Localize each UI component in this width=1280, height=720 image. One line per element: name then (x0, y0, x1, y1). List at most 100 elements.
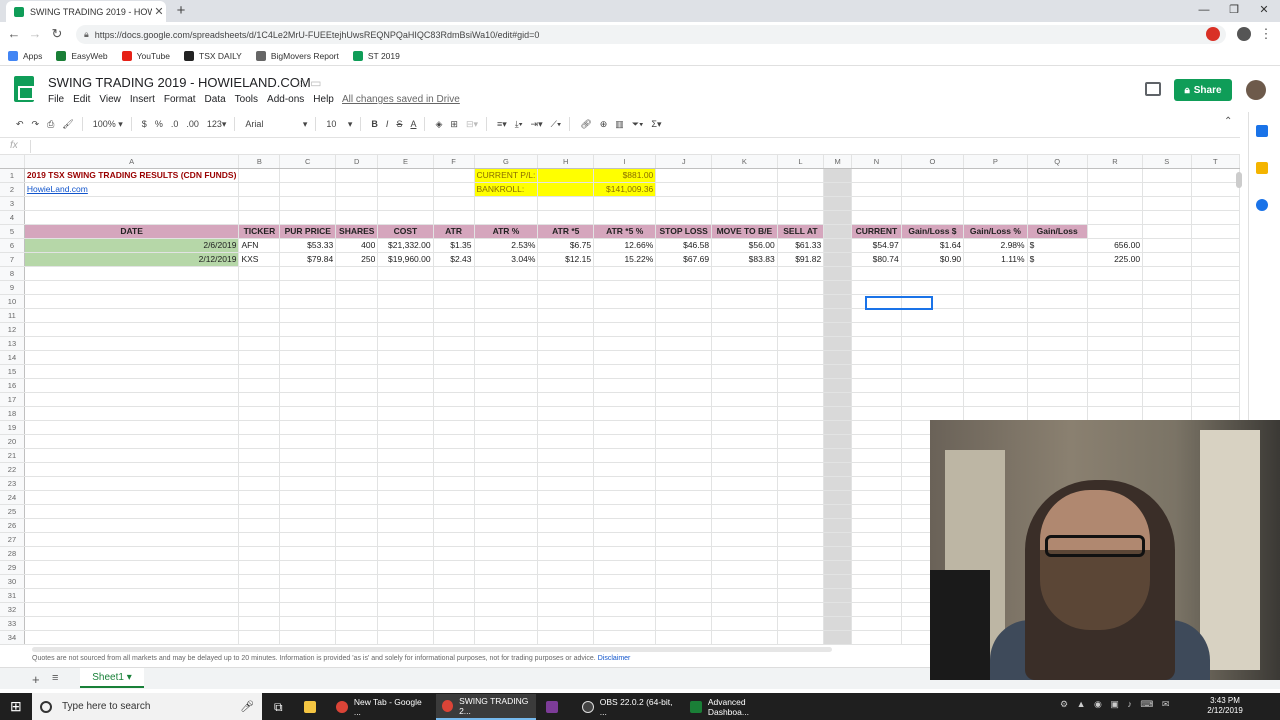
data-cell[interactable]: $80.74 (851, 252, 902, 267)
cell[interactable] (377, 168, 434, 183)
cell[interactable] (777, 322, 825, 337)
row-header[interactable]: 17 (0, 392, 25, 407)
cell[interactable] (24, 546, 240, 561)
cell[interactable] (593, 588, 657, 603)
cell[interactable] (1191, 406, 1240, 421)
cell[interactable] (963, 322, 1028, 337)
column-header[interactable]: H (537, 155, 595, 169)
cell[interactable] (335, 406, 379, 421)
cell[interactable] (24, 630, 240, 645)
cell[interactable] (593, 420, 657, 435)
cell[interactable] (711, 168, 778, 183)
cell[interactable] (474, 322, 539, 337)
functions-icon[interactable]: Σ▾ (651, 119, 661, 130)
cell[interactable] (655, 434, 713, 449)
cell[interactable] (593, 560, 657, 575)
cell[interactable] (24, 392, 240, 407)
cell[interactable] (377, 364, 434, 379)
cell[interactable] (851, 168, 902, 183)
add-sheet-button[interactable]: + (32, 672, 40, 687)
column-header[interactable]: N (851, 155, 902, 169)
cell[interactable] (963, 308, 1028, 323)
address-bar[interactable]: 🔒︎ https://docs.google.com/spreadsheets/… (76, 25, 1226, 44)
cell[interactable] (655, 476, 713, 491)
sheet-title[interactable]: 2019 TSX SWING TRADING RESULTS (CDN FUND… (24, 168, 240, 183)
cell[interactable] (593, 266, 657, 281)
cell[interactable] (238, 532, 281, 547)
row-header[interactable]: 21 (0, 448, 25, 463)
formula-bar[interactable]: fx (0, 137, 1240, 155)
cell[interactable] (1142, 350, 1192, 365)
cell[interactable] (901, 406, 965, 421)
cell[interactable] (377, 462, 434, 477)
cell[interactable] (377, 630, 434, 645)
cell[interactable] (655, 574, 713, 589)
more-formats-button[interactable]: 123▾ (207, 119, 227, 130)
cell[interactable] (1191, 308, 1240, 323)
cell[interactable] (377, 350, 434, 365)
new-tab-button[interactable]: + (172, 2, 190, 20)
cell[interactable] (537, 364, 595, 379)
cell[interactable] (24, 420, 240, 435)
cell[interactable] (433, 574, 475, 589)
cell[interactable] (963, 196, 1028, 211)
cell[interactable] (655, 280, 713, 295)
cell[interactable] (851, 364, 902, 379)
cell[interactable] (433, 406, 475, 421)
borders-icon[interactable]: ⊞ (450, 119, 458, 130)
column-header[interactable]: D (335, 155, 379, 169)
cell[interactable] (1191, 378, 1240, 393)
profile-icon[interactable] (1237, 27, 1251, 41)
cell[interactable] (901, 168, 965, 183)
cell[interactable] (851, 574, 902, 589)
cell[interactable] (1087, 196, 1144, 211)
cell[interactable] (1142, 224, 1192, 239)
reload-icon[interactable]: ↻ (49, 26, 65, 42)
column-header[interactable]: K (711, 155, 778, 169)
cell[interactable] (823, 546, 853, 561)
cell[interactable] (851, 588, 902, 603)
cell[interactable] (851, 434, 902, 449)
cell[interactable] (823, 378, 853, 393)
data-cell[interactable]: $ (1027, 238, 1088, 253)
column-title[interactable]: Gain/Loss $ (901, 224, 965, 239)
sheet-tab[interactable]: Sheet1 ▾ (80, 668, 144, 688)
cell[interactable] (711, 294, 778, 309)
save-status[interactable]: All changes saved in Drive (342, 94, 460, 105)
cell[interactable] (777, 336, 825, 351)
cell[interactable] (238, 560, 281, 575)
cell[interactable] (593, 322, 657, 337)
cell[interactable] (655, 210, 713, 225)
cell[interactable] (593, 210, 657, 225)
taskbar-app-obs[interactable]: OBS 22.0.2 (64-bit, ... (576, 694, 680, 720)
cell[interactable] (474, 434, 539, 449)
cell[interactable] (537, 294, 595, 309)
cell[interactable] (963, 392, 1028, 407)
cell[interactable] (777, 574, 825, 589)
cell[interactable] (377, 336, 434, 351)
cell[interactable] (279, 350, 337, 365)
cell[interactable] (238, 490, 281, 505)
cell[interactable] (433, 266, 475, 281)
column-header[interactable]: B (238, 155, 281, 169)
cell[interactable] (24, 476, 240, 491)
tasks-icon[interactable] (1256, 199, 1268, 211)
cell[interactable] (711, 280, 778, 295)
cell[interactable] (238, 420, 281, 435)
cell[interactable] (851, 462, 902, 477)
all-sheets-icon[interactable]: ≡ (52, 672, 58, 684)
cell[interactable] (24, 518, 240, 533)
cell[interactable] (1142, 322, 1192, 337)
cell[interactable] (335, 280, 379, 295)
cell[interactable] (238, 280, 281, 295)
cell[interactable] (377, 392, 434, 407)
cell[interactable] (1191, 252, 1240, 267)
row-header[interactable]: 34 (0, 630, 25, 645)
adblock-extension-icon[interactable] (1206, 27, 1220, 41)
bold-button[interactable]: B (371, 119, 378, 129)
cell[interactable] (777, 602, 825, 617)
cell[interactable] (963, 350, 1028, 365)
row-header[interactable]: 29 (0, 560, 25, 575)
cell[interactable] (238, 210, 281, 225)
cell[interactable] (474, 546, 539, 561)
